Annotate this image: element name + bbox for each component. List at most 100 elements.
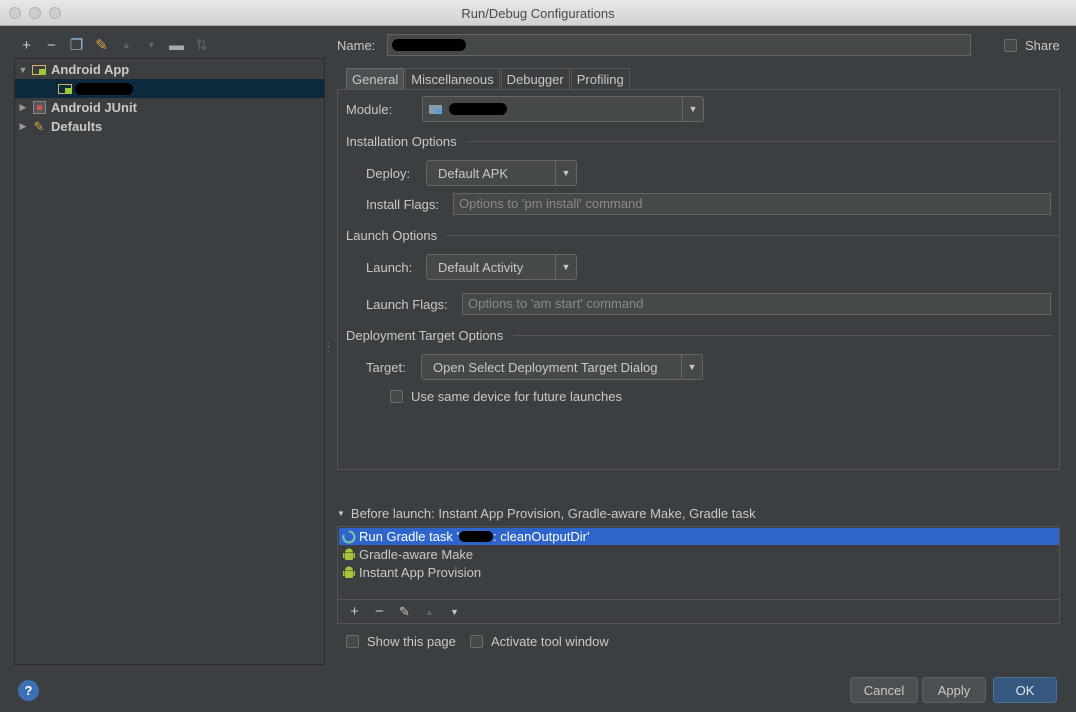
remove-config-button[interactable]: − [39,34,64,56]
chevron-down-icon[interactable]: ▼ [682,97,703,121]
deployment-target-section: Deployment Target Options [346,328,1054,343]
target-label: Target: [366,360,406,375]
show-page-checkbox-box[interactable] [346,635,359,648]
apply-button[interactable]: Apply [922,677,986,703]
module-select[interactable]: ▼ [422,96,704,122]
cancel-button[interactable]: Cancel [850,677,918,703]
create-folder-button[interactable]: ▬ [164,34,189,56]
move-up-icon: ▲ [122,40,131,50]
add-config-button[interactable]: + [14,34,39,56]
gradle-task-suffix: : cleanOutputDir' [493,529,590,544]
move-down-icon: ▼ [147,40,156,50]
android-icon [339,548,359,562]
before-launch-header[interactable]: ▼ Before launch: Instant App Provision, … [337,506,756,521]
before-launch-list[interactable]: Run Gradle task ' : cleanOutputDir' Grad… [337,526,1060,600]
expand-down-icon[interactable]: ▼ [15,65,31,75]
same-device-label: Use same device for future launches [411,389,622,404]
redacted-config-name [75,82,133,95]
activate-tool-window-label: Activate tool window [491,634,609,649]
expand-right-icon[interactable]: ▶ [15,121,31,132]
copy-config-button[interactable]: ❐ [64,34,89,56]
expand-right-icon[interactable]: ▶ [15,102,31,113]
redacted-name-value [392,39,466,51]
name-input[interactable] [387,34,971,56]
collapse-down-icon[interactable]: ▼ [337,509,345,518]
tab-miscellaneous[interactable]: Miscellaneous [405,68,500,90]
android-app-icon [31,63,47,77]
tree-item-android-junit[interactable]: ▶ Android JUnit [15,98,324,117]
tree-item-android-app[interactable]: ▼ Android App [15,60,324,79]
edit-icon: ✎ [399,603,410,619]
splitter-handle[interactable]: :: [327,341,330,355]
plus-icon: + [350,603,359,620]
edit-defaults-button[interactable]: ✎ [89,34,114,56]
deploy-label: Deploy: [366,166,411,181]
sort-button[interactable]: ⇅ [189,34,214,56]
android-icon [339,566,359,580]
tree-item-label: Android JUnit [51,100,137,115]
launch-flags-input[interactable]: Options to 'am start' command [462,293,1051,315]
tab-debugger[interactable]: Debugger [500,68,570,90]
deploy-select[interactable]: Default APK ▼ [426,160,577,186]
share-checkbox-box[interactable] [1004,39,1017,52]
launch-select[interactable]: Default Activity ▼ [426,254,577,280]
config-tree[interactable]: ▼ Android App ▶ Android JUnit ▶ ✎ Defaul… [14,58,325,665]
installation-options-section: Installation Options [346,134,1057,149]
before-launch-toolbar: + − ✎ ▲ ▼ [337,600,1060,624]
sort-icon: ⇅ [195,37,208,54]
tree-item-label: Defaults [51,119,103,134]
share-label: Share [1025,38,1060,53]
help-button[interactable]: ? [18,680,39,701]
same-device-checkbox-box[interactable] [390,390,403,403]
list-item-gradle-task[interactable]: Run Gradle task ' : cleanOutputDir' [339,528,1059,545]
launch-options-title: Launch Options [346,228,438,243]
move-up-button[interactable]: ▲ [114,34,139,56]
launch-label: Launch: [366,260,413,275]
defaults-icon: ✎ [33,118,45,134]
activate-tool-window-checkbox-box[interactable] [470,635,483,648]
dialog-body: + − ❐ ✎ ▲ ▼ ▬ ⇅ ▼ Android App ▶ Android … [0,26,1076,712]
edit-task-button[interactable]: ✎ [392,601,417,623]
android-config-icon [57,82,73,96]
same-device-checkbox[interactable]: Use same device for future launches [390,389,622,404]
activate-tool-window-checkbox[interactable]: Activate tool window [470,634,609,649]
chevron-down-icon[interactable]: ▼ [555,161,576,185]
module-folder-icon [429,105,442,114]
remove-task-button[interactable]: − [367,601,392,623]
move-task-down-button[interactable]: ▼ [442,601,467,623]
deployment-target-title: Deployment Target Options [346,328,504,343]
move-task-up-button[interactable]: ▲ [417,601,442,623]
folder-icon: ▬ [169,36,184,54]
wrench-icon: ✎ [95,37,108,54]
move-down-icon: ▼ [450,606,459,617]
redacted-module-value [449,103,507,115]
tab-profiling[interactable]: Profiling [570,68,630,90]
config-tabs: General Miscellaneous Debugger Profiling [346,68,631,90]
deploy-value: Default APK [438,165,509,181]
name-label: Name: [337,38,376,53]
general-tab-panel: Module: ▼ Installation Options Deploy: D… [337,89,1060,470]
tree-item-defaults[interactable]: ▶ ✎ Defaults [15,117,324,136]
install-flags-input[interactable]: Options to 'pm install' command [453,193,1051,215]
tree-item-label: Android App [51,62,130,77]
gradle-make-label: Gradle-aware Make [359,547,474,562]
chevron-down-icon[interactable]: ▼ [555,255,576,279]
plus-icon: + [22,36,31,54]
tab-general[interactable]: General [346,68,405,90]
show-page-checkbox[interactable]: Show this page [346,634,456,649]
instant-app-label: Instant App Provision [359,565,482,580]
ok-button[interactable]: OK [993,677,1057,703]
move-down-button[interactable]: ▼ [139,34,164,56]
tree-item-selected-config[interactable] [15,79,324,98]
installation-options-title: Installation Options [346,134,457,149]
share-checkbox[interactable]: Share [1004,38,1060,53]
list-item-instant-app[interactable]: Instant App Provision [339,564,1059,581]
copy-icon: ❐ [69,37,84,54]
chevron-down-icon[interactable]: ▼ [681,355,702,379]
gradle-task-icon [339,530,359,544]
window-title: Run/Debug Configurations [461,6,615,21]
target-select[interactable]: Open Select Deployment Target Dialog ▼ [421,354,703,380]
list-item-gradle-make[interactable]: Gradle-aware Make [339,546,1059,563]
config-toolbar: + − ❐ ✎ ▲ ▼ ▬ ⇅ [14,34,214,56]
add-task-button[interactable]: + [342,601,367,623]
